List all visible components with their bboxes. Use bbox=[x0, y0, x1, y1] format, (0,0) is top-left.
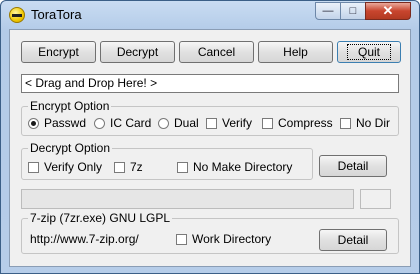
encrypt-button[interactable]: Encrypt bbox=[21, 41, 96, 63]
passwd-radio[interactable]: Passwd bbox=[28, 116, 86, 130]
decrypt-button-label: Decrypt bbox=[116, 45, 159, 59]
no-make-directory-label: No Make Directory bbox=[193, 160, 293, 174]
cancel-button[interactable]: Cancel bbox=[179, 41, 254, 63]
verify-only-checkbox[interactable]: Verify Only bbox=[28, 160, 102, 174]
no-dir-label: No Dir bbox=[356, 116, 391, 130]
encrypt-button-label: Encrypt bbox=[38, 45, 79, 59]
ic-card-label: IC Card bbox=[110, 116, 152, 130]
compress-label: Compress bbox=[278, 116, 333, 130]
minimize-button[interactable]: — bbox=[315, 2, 341, 20]
title-bar[interactable]: ToraTora — □ ✕ bbox=[1, 1, 419, 29]
decrypt-option-title: Decrypt Option bbox=[28, 141, 113, 155]
passwd-label: Passwd bbox=[44, 116, 87, 130]
help-button-label: Help bbox=[283, 45, 308, 59]
no-dir-checkbox[interactable]: No Dir bbox=[340, 116, 390, 130]
7z-label: 7z bbox=[130, 160, 143, 174]
status-box bbox=[360, 189, 391, 209]
compress-checkbox[interactable]: Compress bbox=[262, 116, 333, 130]
decrypt-detail-label: Detail bbox=[337, 159, 369, 173]
window-title: ToraTora bbox=[31, 7, 82, 22]
work-directory-checkbox[interactable]: Work Directory bbox=[176, 232, 271, 246]
7z-checkbox[interactable]: 7z bbox=[114, 160, 143, 174]
client-area: Encrypt Decrypt Cancel Help Quit < Drag … bbox=[9, 29, 411, 267]
ic-card-radio[interactable]: IC Card bbox=[94, 116, 151, 130]
close-button[interactable]: ✕ bbox=[365, 2, 411, 20]
app-logo-icon bbox=[9, 7, 25, 23]
radio-unselected-icon bbox=[94, 118, 105, 129]
decrypt-button[interactable]: Decrypt bbox=[100, 41, 175, 63]
radio-selected-icon bbox=[28, 118, 39, 129]
checkbox-icon bbox=[262, 118, 273, 129]
no-make-directory-checkbox[interactable]: No Make Directory bbox=[177, 160, 292, 174]
verify-label: Verify bbox=[222, 116, 253, 130]
radio-unselected-icon bbox=[158, 118, 169, 129]
cancel-button-label: Cancel bbox=[197, 45, 236, 59]
decrypt-detail-button[interactable]: Detail bbox=[319, 155, 387, 177]
drop-zone[interactable]: < Drag and Drop Here! > bbox=[21, 74, 399, 93]
work-directory-label: Work Directory bbox=[192, 232, 272, 246]
app-window: ToraTora — □ ✕ Encrypt Decrypt Cancel He… bbox=[0, 0, 420, 274]
checkbox-icon bbox=[177, 162, 188, 173]
encrypt-option-group: Encrypt Option Passwd IC Card Dual Verif… bbox=[21, 99, 399, 136]
progress-bar bbox=[21, 189, 354, 209]
quit-button-label: Quit bbox=[346, 44, 392, 60]
checkbox-icon bbox=[114, 162, 125, 173]
dual-label: Dual bbox=[174, 116, 199, 130]
checkbox-icon bbox=[176, 234, 187, 245]
sevenzip-title: 7-zip (7zr.exe) GNU LGPL bbox=[28, 211, 173, 225]
checkbox-icon bbox=[206, 118, 217, 129]
checkbox-icon bbox=[28, 162, 39, 173]
sevenzip-url[interactable]: http://www.7-zip.org/ bbox=[30, 232, 139, 246]
help-button[interactable]: Help bbox=[258, 41, 333, 63]
quit-button[interactable]: Quit bbox=[337, 41, 401, 63]
dual-radio[interactable]: Dual bbox=[158, 116, 199, 130]
verify-only-label: Verify Only bbox=[44, 160, 103, 174]
sevenzip-detail-label: Detail bbox=[337, 233, 369, 247]
maximize-button[interactable]: □ bbox=[340, 2, 366, 20]
checkbox-icon bbox=[340, 118, 351, 129]
decrypt-option-group: Decrypt Option Verify Only 7z No Make Di… bbox=[21, 141, 313, 180]
encrypt-option-title: Encrypt Option bbox=[28, 99, 112, 113]
sevenzip-detail-button[interactable]: Detail bbox=[319, 229, 387, 251]
verify-checkbox[interactable]: Verify bbox=[206, 116, 252, 130]
